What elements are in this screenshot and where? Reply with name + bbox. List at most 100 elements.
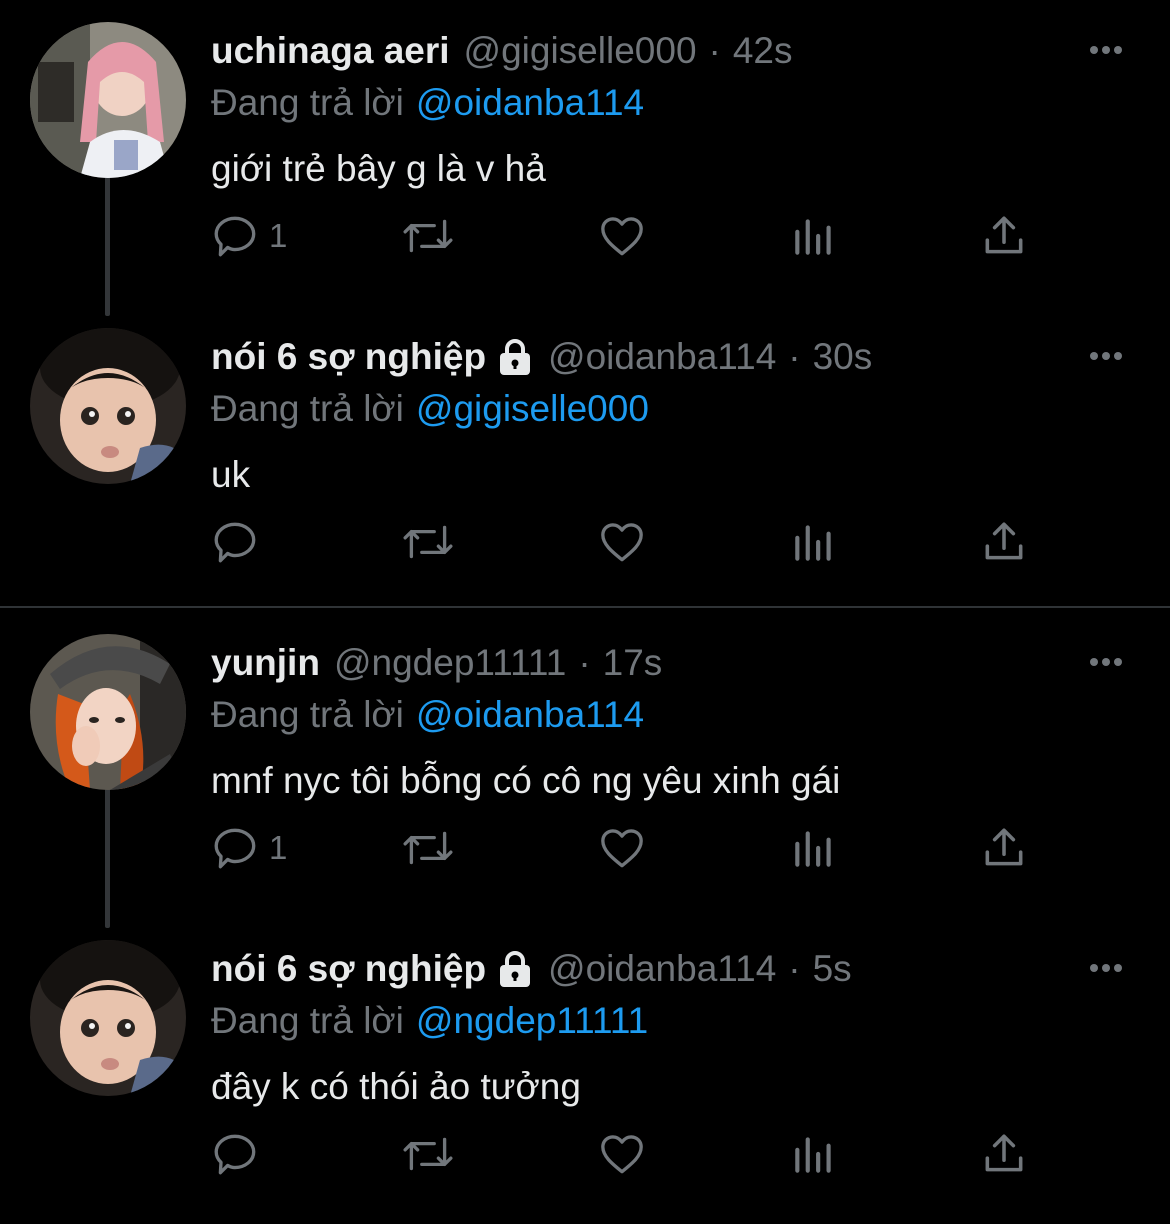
- analytics-icon: [789, 211, 839, 261]
- timestamp[interactable]: 17s: [603, 638, 663, 688]
- analytics-icon: [789, 1129, 839, 1179]
- reply-timeline: uchinaga aeri @gigiselle000 · 42s Đang t…: [0, 0, 1170, 1213]
- replying-to: Đang trả lời @ngdep11111: [211, 996, 648, 1046]
- retweet-icon: [401, 517, 455, 567]
- replying-to-label: Đang trả lời: [211, 82, 404, 123]
- share-button[interactable]: [979, 512, 1029, 572]
- display-name[interactable]: nói 6 sợ nghiệp: [211, 332, 486, 382]
- tweet-actions: 1: [211, 206, 1051, 266]
- lock-icon: [496, 949, 534, 989]
- like-icon: [597, 823, 647, 873]
- share-icon: [979, 1129, 1029, 1179]
- share-icon: [979, 823, 1029, 873]
- tweet[interactable]: nói 6 sợ nghiệp @oidanba114 · 5s Đang tr…: [0, 918, 1170, 1224]
- retweet-icon: [401, 1129, 455, 1179]
- mention-link[interactable]: @ngdep11111: [416, 1000, 648, 1041]
- share-button[interactable]: [979, 1124, 1029, 1184]
- reply-icon: [211, 211, 261, 261]
- reply-icon: [211, 823, 261, 873]
- more-options-icon[interactable]: [1086, 336, 1126, 376]
- replying-to: Đang trả lời @oidanba114: [211, 78, 644, 128]
- tweet-text: mnf nyc tôi bỗng có cô ng yêu xinh gái: [211, 760, 841, 801]
- tweet[interactable]: uchinaga aeri @gigiselle000 · 42s Đang t…: [0, 0, 1170, 316]
- replying-to: Đang trả lời @oidanba114: [211, 690, 644, 740]
- tweet[interactable]: yunjin @ngdep11111 · 17s Đang trả lời @oi…: [0, 612, 1170, 928]
- like-icon: [597, 1129, 647, 1179]
- more-options-icon[interactable]: [1086, 30, 1126, 70]
- separator: ·: [788, 336, 801, 377]
- replying-to: Đang trả lời @gigiselle000: [211, 384, 649, 434]
- like-button[interactable]: [597, 1124, 647, 1184]
- tweet-text: đây k có thói ảo tưởng: [211, 1066, 581, 1107]
- reply-icon: [211, 517, 261, 567]
- tweet-header: nói 6 sợ nghiệp @oidanba114 · 5s: [211, 944, 852, 994]
- conversation-divider: [0, 606, 1170, 608]
- reply-count: 1: [269, 217, 288, 254]
- share-button[interactable]: [979, 206, 1029, 266]
- like-button[interactable]: [597, 818, 647, 878]
- replying-to-label: Đang trả lời: [211, 388, 404, 429]
- reply-button[interactable]: 1: [211, 206, 287, 266]
- analytics-button[interactable]: [789, 818, 839, 878]
- tweet-header: yunjin @ngdep11111 · 17s: [211, 638, 662, 688]
- reply-count: 1: [269, 829, 288, 866]
- analytics-icon: [789, 517, 839, 567]
- tweet-text: uk: [211, 454, 251, 495]
- reply-button[interactable]: [211, 512, 269, 572]
- like-icon: [597, 517, 647, 567]
- separator: ·: [788, 948, 801, 989]
- retweet-icon: [401, 211, 455, 261]
- replying-to-label: Đang trả lời: [211, 1000, 404, 1041]
- avatar[interactable]: [30, 940, 186, 1096]
- analytics-icon: [789, 823, 839, 873]
- separator: ·: [578, 642, 591, 683]
- avatar[interactable]: [30, 22, 186, 178]
- tweet-header: uchinaga aeri @gigiselle000 · 42s: [211, 26, 793, 76]
- share-icon: [979, 517, 1029, 567]
- display-name[interactable]: uchinaga aeri: [211, 26, 450, 76]
- analytics-button[interactable]: [789, 1124, 839, 1184]
- user-handle[interactable]: @ngdep11111: [334, 638, 566, 688]
- analytics-button[interactable]: [789, 206, 839, 266]
- more-options-icon[interactable]: [1086, 642, 1126, 682]
- separator: ·: [708, 30, 721, 71]
- tweet-header: nói 6 sợ nghiệp @oidanba114 · 30s: [211, 332, 872, 382]
- mention-link[interactable]: @gigiselle000: [416, 388, 649, 429]
- reply-button[interactable]: [211, 1124, 269, 1184]
- timestamp[interactable]: 30s: [813, 332, 873, 382]
- share-button[interactable]: [979, 818, 1029, 878]
- share-icon: [979, 211, 1029, 261]
- mention-link[interactable]: @oidanba114: [416, 694, 644, 735]
- like-button[interactable]: [597, 512, 647, 572]
- reply-icon: [211, 1129, 261, 1179]
- timestamp[interactable]: 5s: [813, 944, 852, 994]
- thread-connector-line: [105, 176, 110, 316]
- display-name[interactable]: yunjin: [211, 638, 320, 688]
- user-handle[interactable]: @gigiselle000: [464, 26, 697, 76]
- like-icon: [597, 211, 647, 261]
- tweet-actions: [211, 512, 1051, 572]
- reply-button[interactable]: 1: [211, 818, 287, 878]
- lock-icon: [496, 337, 534, 377]
- tweet-actions: 1: [211, 818, 1051, 878]
- display-name[interactable]: nói 6 sợ nghiệp: [211, 944, 486, 994]
- replying-to-label: Đang trả lời: [211, 694, 404, 735]
- retweet-icon: [401, 823, 455, 873]
- retweet-button[interactable]: [401, 206, 455, 266]
- retweet-button[interactable]: [401, 1124, 455, 1184]
- avatar[interactable]: [30, 328, 186, 484]
- tweet[interactable]: nói 6 sợ nghiệp @oidanba114 · 30s Đang t…: [0, 306, 1170, 612]
- avatar[interactable]: [30, 634, 186, 790]
- user-handle[interactable]: @oidanba114: [548, 332, 776, 382]
- timestamp[interactable]: 42s: [733, 26, 793, 76]
- tweet-actions: [211, 1124, 1051, 1184]
- analytics-button[interactable]: [789, 512, 839, 572]
- more-options-icon[interactable]: [1086, 948, 1126, 988]
- user-handle[interactable]: @oidanba114: [548, 944, 776, 994]
- like-button[interactable]: [597, 206, 647, 266]
- retweet-button[interactable]: [401, 818, 455, 878]
- mention-link[interactable]: @oidanba114: [416, 82, 644, 123]
- tweet-text: giới trẻ bây g là v hả: [211, 148, 546, 189]
- retweet-button[interactable]: [401, 512, 455, 572]
- thread-connector-line: [105, 788, 110, 928]
